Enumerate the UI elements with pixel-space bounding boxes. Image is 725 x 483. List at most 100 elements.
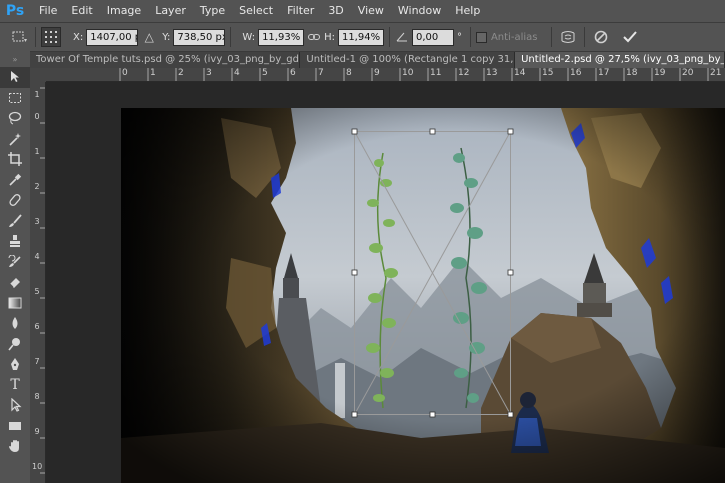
tab-untitled-2[interactable]: Untitled-2.psd @ 27,5% (ivy_03_png_by_gd…	[515, 52, 725, 68]
ruler-number: 7	[34, 357, 40, 366]
vertical-ruler: 1 0 1 2 3 4 5 6 7 8 9 10	[30, 68, 46, 483]
angle-icon	[395, 32, 409, 42]
dodge-icon[interactable]	[0, 334, 30, 355]
ruler-number: 9	[34, 427, 40, 436]
type-icon[interactable]: T	[0, 375, 30, 396]
menu-image[interactable]: Image	[100, 0, 148, 22]
reference-point-icon[interactable]	[41, 27, 61, 47]
ruler-number: 14	[514, 68, 526, 78]
w-label: W:	[242, 31, 256, 43]
menu-window[interactable]: Window	[391, 0, 448, 22]
menu-type[interactable]: Type	[193, 0, 232, 22]
eraser-icon[interactable]	[0, 272, 30, 293]
menu-select[interactable]: Select	[232, 0, 280, 22]
tab-untitled-1[interactable]: Untitled-1 @ 100% (Rectangle 1 copy 31, …	[300, 52, 516, 68]
ruler-number: 3	[34, 217, 40, 226]
ruler-number: 18	[626, 68, 638, 78]
document-tabs: Tower Of Temple tuts.psd @ 25% (ivy_03_p…	[30, 51, 725, 68]
menu-3d[interactable]: 3D	[321, 0, 350, 22]
height-input[interactable]: 11,94%	[337, 28, 384, 46]
panel-collapse-icon[interactable]: »	[0, 51, 30, 67]
separator	[230, 27, 232, 47]
ruler-number: 16	[570, 68, 582, 78]
menu-file[interactable]: File	[32, 0, 64, 22]
options-bar: X: 1407,00 px △ Y: 738,50 px W: 11,93% H…	[0, 22, 725, 51]
commit-transform-icon[interactable]	[618, 31, 642, 43]
y-label: Y:	[162, 31, 171, 43]
degree-unit: °	[456, 31, 462, 43]
clone-stamp-icon[interactable]	[0, 231, 30, 252]
ruler-number: 0	[122, 68, 128, 78]
menu-bar: Ps File Edit Image Layer Type Select Fil…	[0, 0, 725, 22]
ruler-number: 20	[682, 68, 694, 78]
magic-wand-icon[interactable]	[0, 129, 30, 150]
horizontal-ruler: 0 1 2 3 4 5 6 7 8 9 10 11 12 13 14 15 16…	[46, 68, 725, 82]
tab-label: Untitled-1 @ 100% (Rectangle 1 copy 31, …	[306, 54, 514, 65]
transform-tool-preset-icon[interactable]	[8, 30, 30, 44]
ruler-number: 4	[34, 252, 40, 261]
tab-tower-of-temple[interactable]: Tower Of Temple tuts.psd @ 25% (ivy_03_p…	[30, 52, 301, 68]
path-selection-icon[interactable]	[0, 395, 30, 416]
rotation-input[interactable]: 0,00	[411, 28, 454, 46]
crop-icon[interactable]	[0, 149, 30, 170]
ruler-number: 13	[486, 68, 498, 78]
ruler-origin[interactable]	[30, 68, 46, 82]
y-position-input[interactable]: 738,50 px	[173, 28, 226, 46]
history-brush-icon[interactable]	[0, 252, 30, 273]
warp-mode-icon[interactable]	[557, 30, 579, 44]
x-label: X:	[73, 31, 84, 43]
hand-icon[interactable]	[0, 436, 30, 457]
width-input[interactable]: 11,93%	[258, 28, 305, 46]
ruler-number: 5	[262, 68, 268, 78]
rectangle-shape-icon[interactable]	[0, 416, 30, 437]
ruler-number: 5	[34, 287, 40, 296]
tab-label: Tower Of Temple tuts.psd @ 25% (ivy_03_p…	[36, 54, 299, 65]
ruler-number: 6	[34, 322, 40, 331]
gradient-icon[interactable]	[0, 293, 30, 314]
ruler-number: 2	[34, 182, 40, 191]
ruler-number: 3	[206, 68, 212, 78]
separator	[469, 27, 471, 47]
menu-view[interactable]: View	[351, 0, 391, 22]
ruler-number: 17	[598, 68, 610, 78]
lasso-icon[interactable]	[0, 108, 30, 129]
ruler-number: 1	[34, 147, 40, 156]
menu-help[interactable]: Help	[448, 0, 487, 22]
separator	[584, 27, 586, 47]
ruler-number: 10	[402, 68, 414, 78]
move-tool-icon[interactable]	[0, 67, 30, 88]
eyedropper-icon[interactable]	[0, 170, 30, 191]
ruler-number: 8	[34, 392, 40, 401]
antialias-label: Anti-alias	[490, 31, 538, 43]
x-position-input[interactable]: 1407,00 px	[86, 28, 139, 46]
link-icon[interactable]	[307, 33, 321, 41]
transform-bounding-box[interactable]	[121, 108, 725, 483]
separator	[388, 27, 390, 47]
ruler-number: 4	[234, 68, 240, 78]
ruler-number: 21	[710, 68, 722, 78]
menu-layer[interactable]: Layer	[148, 0, 193, 22]
spot-healing-icon[interactable]	[0, 190, 30, 211]
ruler-number: 7	[318, 68, 324, 78]
pen-icon[interactable]	[0, 354, 30, 375]
cancel-transform-icon[interactable]	[590, 30, 612, 44]
menu-filter[interactable]: Filter	[280, 0, 321, 22]
ruler-number: 9	[374, 68, 380, 78]
brush-icon[interactable]	[0, 211, 30, 232]
ruler-number: 19	[654, 68, 666, 78]
ruler-number: 15	[542, 68, 554, 78]
ruler-number: 1	[34, 90, 40, 99]
ruler-number: 6	[290, 68, 296, 78]
ruler-number: 0	[34, 112, 40, 121]
menu-edit[interactable]: Edit	[64, 0, 99, 22]
antialias-checkbox[interactable]	[475, 31, 487, 43]
rectangular-marquee-icon[interactable]	[0, 88, 30, 109]
tab-label: Untitled-2.psd @ 27,5% (ivy_03_png_by_gd…	[521, 54, 724, 65]
ruler-number: 12	[458, 68, 470, 78]
blur-icon[interactable]	[0, 313, 30, 334]
ruler-number: 1	[150, 68, 156, 78]
delta-icon[interactable]: △	[142, 30, 156, 44]
photoshop-logo: Ps	[5, 3, 25, 19]
document-canvas[interactable]	[121, 108, 725, 483]
ruler-number: 11	[430, 68, 442, 78]
